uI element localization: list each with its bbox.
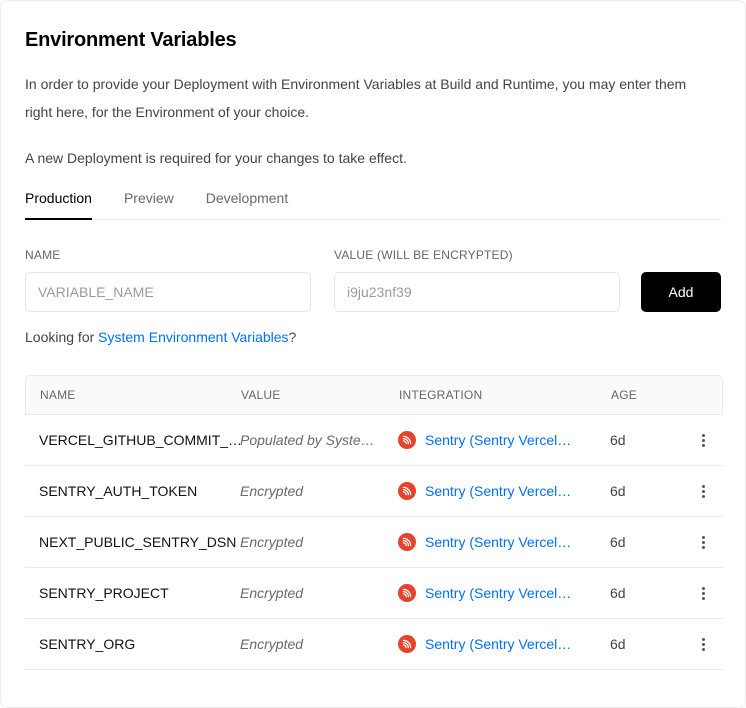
tab-preview[interactable]: Preview — [124, 190, 174, 220]
kebab-dot — [702, 592, 705, 595]
env-variables-table: NAME VALUE INTEGRATION AGE VERCEL_GITHUB… — [25, 375, 723, 670]
description-text: In order to provide your Deployment with… — [25, 70, 697, 126]
env-var-age: 6d — [610, 636, 683, 652]
kebab-dot — [702, 643, 705, 646]
integration-link[interactable]: Sentry (Sentry Vercel… — [425, 534, 571, 550]
integration-link[interactable]: Sentry (Sentry Vercel… — [425, 483, 571, 499]
kebab-dot — [702, 439, 705, 442]
kebab-dot — [702, 546, 705, 549]
env-var-age: 6d — [610, 432, 683, 448]
row-menu-button[interactable] — [696, 583, 711, 604]
kebab-dot — [702, 444, 705, 447]
env-var-name: NEXT_PUBLIC_SENTRY_DSN — [25, 534, 240, 550]
table-header-row: NAME VALUE INTEGRATION AGE — [25, 375, 723, 415]
sentry-icon — [398, 533, 416, 551]
name-field-label: NAME — [25, 248, 311, 262]
column-header-value: VALUE — [241, 388, 399, 402]
tab-production[interactable]: Production — [25, 190, 92, 220]
env-var-name: SENTRY_AUTH_TOKEN — [25, 483, 240, 499]
system-env-hint: Looking for System Environment Variables… — [25, 329, 721, 345]
env-var-integration: Sentry (Sentry Vercel… — [398, 533, 610, 551]
variable-name-input[interactable] — [25, 272, 311, 312]
value-field-group: VALUE (WILL BE ENCRYPTED) — [334, 248, 620, 312]
kebab-dot — [702, 485, 705, 488]
table-row: SENTRY_PROJECT Encrypted Sentry (Sentry … — [25, 568, 723, 619]
system-env-hint-suffix: ? — [289, 329, 297, 345]
row-menu-button[interactable] — [696, 532, 711, 553]
name-field-group: NAME — [25, 248, 311, 312]
env-var-integration: Sentry (Sentry Vercel… — [398, 635, 610, 653]
environment-tabs: Production Preview Development — [25, 190, 721, 220]
env-var-name: SENTRY_PROJECT — [25, 585, 240, 601]
env-var-integration: Sentry (Sentry Vercel… — [398, 482, 610, 500]
table-row: SENTRY_AUTH_TOKEN Encrypted Sentry (Sent… — [25, 466, 723, 517]
add-variable-form: NAME VALUE (WILL BE ENCRYPTED) Add — [25, 248, 721, 312]
sentry-icon — [398, 635, 416, 653]
variable-value-input[interactable] — [334, 272, 620, 312]
env-var-age: 6d — [610, 483, 683, 499]
env-var-name: VERCEL_GITHUB_COMMIT_… — [25, 432, 240, 448]
kebab-dot — [702, 541, 705, 544]
column-header-name: NAME — [26, 388, 241, 402]
integration-link[interactable]: Sentry (Sentry Vercel… — [425, 432, 571, 448]
env-var-integration: Sentry (Sentry Vercel… — [398, 584, 610, 602]
environment-variables-panel: Environment Variables In order to provid… — [0, 0, 746, 708]
kebab-dot — [702, 648, 705, 651]
kebab-dot — [702, 495, 705, 498]
table-body: VERCEL_GITHUB_COMMIT_… Populated by Syst… — [25, 415, 723, 670]
row-menu-button[interactable] — [696, 481, 711, 502]
sentry-icon — [398, 431, 416, 449]
kebab-dot — [702, 434, 705, 437]
env-var-age: 6d — [610, 534, 683, 550]
page-title: Environment Variables — [25, 29, 721, 52]
row-menu-button[interactable] — [696, 634, 711, 655]
integration-link[interactable]: Sentry (Sentry Vercel… — [425, 636, 571, 652]
column-header-age: AGE — [611, 388, 684, 402]
value-field-label: VALUE (WILL BE ENCRYPTED) — [334, 248, 620, 262]
env-var-name: SENTRY_ORG — [25, 636, 240, 652]
integration-link[interactable]: Sentry (Sentry Vercel… — [425, 585, 571, 601]
redeploy-note-text: A new Deployment is required for your ch… — [25, 144, 697, 172]
kebab-dot — [702, 587, 705, 590]
env-var-age: 6d — [610, 585, 683, 601]
column-header-integration: INTEGRATION — [399, 388, 611, 402]
kebab-dot — [702, 597, 705, 600]
kebab-dot — [702, 638, 705, 641]
table-row: NEXT_PUBLIC_SENTRY_DSN Encrypted Sentry … — [25, 517, 723, 568]
tab-development[interactable]: Development — [206, 190, 289, 220]
env-var-integration: Sentry (Sentry Vercel… — [398, 431, 610, 449]
kebab-dot — [702, 490, 705, 493]
row-menu-button[interactable] — [696, 430, 711, 451]
sentry-icon — [398, 584, 416, 602]
table-row: SENTRY_ORG Encrypted Sentry (Sentry Verc… — [25, 619, 723, 670]
system-env-variables-link[interactable]: System Environment Variables — [98, 329, 288, 345]
system-env-hint-prefix: Looking for — [25, 329, 98, 345]
sentry-icon — [398, 482, 416, 500]
add-button[interactable]: Add — [641, 272, 721, 312]
table-row: VERCEL_GITHUB_COMMIT_… Populated by Syst… — [25, 415, 723, 466]
env-var-value: Encrypted — [240, 483, 398, 499]
env-var-value: Encrypted — [240, 585, 398, 601]
kebab-dot — [702, 536, 705, 539]
env-var-value: Encrypted — [240, 534, 398, 550]
env-var-value: Populated by Syste… — [240, 432, 398, 448]
env-var-value: Encrypted — [240, 636, 398, 652]
